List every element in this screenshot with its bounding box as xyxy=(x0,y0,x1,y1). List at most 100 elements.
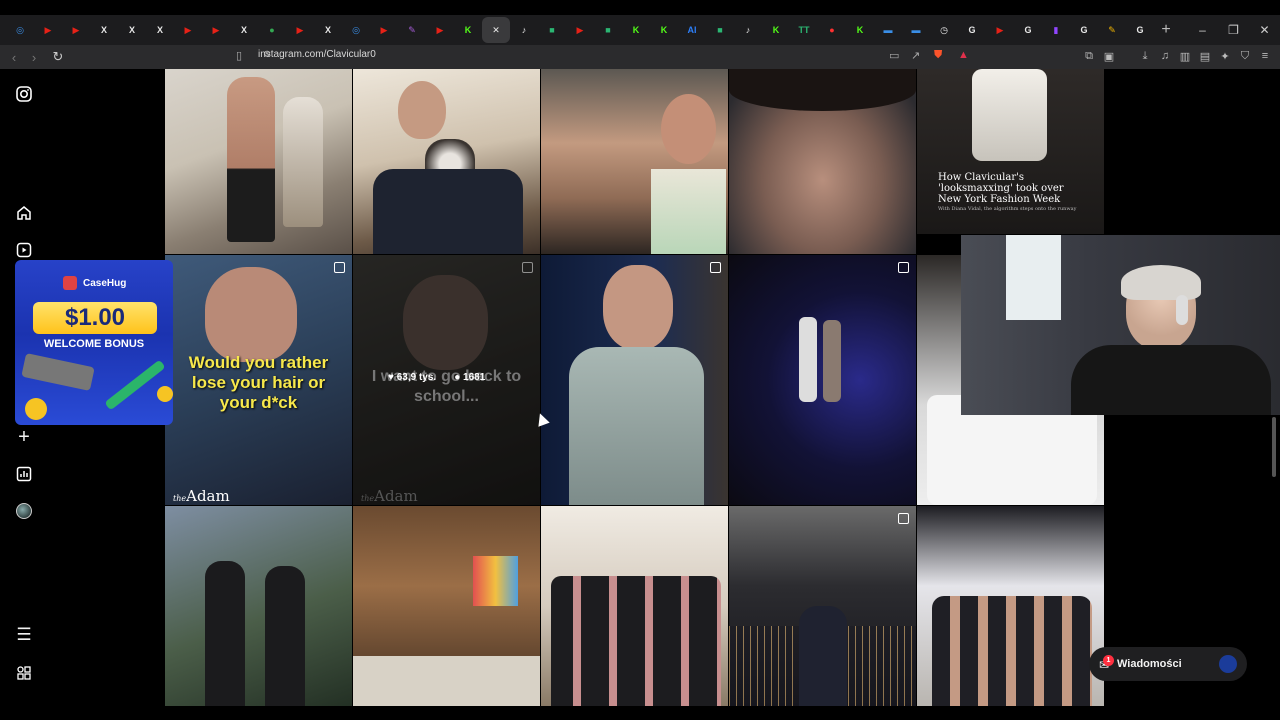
browser-tab[interactable]: K xyxy=(846,17,874,43)
browser-tab[interactable]: X xyxy=(118,17,146,43)
browser-tab[interactable]: ▶ xyxy=(370,17,398,43)
browser-tab[interactable]: G xyxy=(1070,17,1098,43)
post-tile[interactable] xyxy=(729,506,916,706)
browser-tab[interactable]: ♪ xyxy=(510,17,538,43)
browser-tab[interactable]: ♪ xyxy=(734,17,762,43)
instagram-logo-icon[interactable] xyxy=(14,84,34,104)
browser-tab[interactable]: ■ xyxy=(706,17,734,43)
post-tile[interactable]: How Clavicular's 'looksmaxxing' took ove… xyxy=(917,69,1104,234)
bookmark-icon[interactable]: ▯ xyxy=(236,49,242,62)
post-tile[interactable] xyxy=(917,506,1104,706)
browser-tab[interactable]: X xyxy=(314,17,342,43)
profile-avatar[interactable] xyxy=(14,501,34,521)
vpn-icon[interactable]: ⛉ xyxy=(1238,48,1252,64)
messages-button[interactable]: ✉ 1 Wiadomości xyxy=(1089,647,1247,681)
browser-tab[interactable]: G xyxy=(958,17,986,43)
browser-tab[interactable]: X xyxy=(230,17,258,43)
reels-icon[interactable] xyxy=(14,240,34,260)
browser-tab[interactable]: ▶ xyxy=(62,17,90,43)
leo-icon[interactable]: ✦ xyxy=(1218,48,1232,64)
meta-apps-icon[interactable] xyxy=(14,663,34,683)
brave-shield-icon[interactable]: ⛊ xyxy=(934,49,942,62)
edge-icon: ◎ xyxy=(352,24,360,35)
music-icon[interactable]: ♫ xyxy=(1158,48,1172,64)
kick-icon: K xyxy=(464,25,472,35)
browser-tab[interactable]: ✎ xyxy=(1098,17,1126,43)
home-icon[interactable] xyxy=(14,203,34,223)
page-scrollbar[interactable] xyxy=(1270,69,1278,709)
post-tile[interactable] xyxy=(729,255,916,505)
browser-tab[interactable]: AI xyxy=(678,17,706,43)
browser-tab[interactable]: ▶ xyxy=(426,17,454,43)
browser-tab[interactable]: K xyxy=(762,17,790,43)
address-bar[interactable]: instagram.com/Clavicular0 xyxy=(258,49,376,60)
share-icon[interactable]: ↗ xyxy=(911,49,920,62)
browser-tab[interactable]: G xyxy=(1014,17,1042,43)
post-tile[interactable]: Would you rather lose your hair or your … xyxy=(165,255,352,505)
casehug-logo-icon xyxy=(63,276,77,290)
browser-tab[interactable]: K xyxy=(650,17,678,43)
scrollbar-thumb[interactable] xyxy=(1272,417,1276,477)
screen-bottom-strip xyxy=(0,709,1280,720)
post-tile[interactable] xyxy=(541,506,728,706)
browser-tab[interactable]: G xyxy=(1126,17,1154,43)
browser-tab[interactable]: ▶ xyxy=(286,17,314,43)
tiktok-icon: ♪ xyxy=(521,25,527,35)
forward-icon[interactable]: › xyxy=(24,50,44,65)
browser-tab[interactable]: ◎ xyxy=(6,17,34,43)
reload-icon[interactable]: ↻ xyxy=(48,49,68,65)
browser-tab[interactable]: ■ xyxy=(538,17,566,43)
photo-shirt xyxy=(651,169,726,254)
post-tile[interactable] xyxy=(353,69,540,254)
carousel-badge-icon xyxy=(898,513,909,524)
restore-icon[interactable]: ❐ xyxy=(1218,15,1249,45)
post-tile[interactable] xyxy=(729,69,916,254)
sidebar-toggle-icon[interactable]: ▥ xyxy=(1178,48,1192,64)
screen-icon[interactable]: ▭ xyxy=(889,49,899,62)
post-tile[interactable] xyxy=(165,506,352,706)
browser-tab[interactable]: X xyxy=(146,17,174,43)
download-icon[interactable]: ⤓ xyxy=(1138,48,1152,64)
browser-tab[interactable]: ■ xyxy=(594,17,622,43)
messages-label: Wiadomości xyxy=(1117,658,1182,670)
browser-tab[interactable]: ▮ xyxy=(1042,17,1070,43)
brave-rewards-icon[interactable]: ▲ xyxy=(958,49,969,61)
extensions-icon[interactable]: ⧉ xyxy=(1082,48,1096,64)
browser-tab[interactable]: ◎ xyxy=(342,17,370,43)
browser-tab[interactable]: ▶ xyxy=(202,17,230,43)
close-window-icon[interactable]: ✕ xyxy=(1249,15,1280,45)
browser-tab[interactable]: ▶ xyxy=(174,17,202,43)
dashboard-icon[interactable] xyxy=(14,464,34,484)
browser-tab[interactable]: ● xyxy=(258,17,286,43)
post-tile[interactable] xyxy=(541,255,728,505)
post-tile[interactable] xyxy=(541,69,728,254)
browser-tab[interactable]: ▶ xyxy=(34,17,62,43)
browser-tab[interactable]: ✕ xyxy=(482,17,510,43)
browser-tab[interactable]: ▬ xyxy=(874,17,902,43)
browser-tab[interactable]: ◷ xyxy=(930,17,958,43)
youtube-icon: ▶ xyxy=(576,24,584,35)
menu-icon[interactable]: ≡ xyxy=(1258,48,1272,64)
browser-tab[interactable]: K xyxy=(454,17,482,43)
tab-search-icon[interactable]: ▣ xyxy=(1102,48,1116,64)
back-icon[interactable]: ‹ xyxy=(4,50,24,65)
browser-tab[interactable]: ● xyxy=(818,17,846,43)
new-tab-button[interactable]: + xyxy=(1154,21,1178,39)
create-icon[interactable]: + xyxy=(14,426,34,448)
post-tile-hover[interactable]: I want to go back to school... ♥ 63,9 ty… xyxy=(353,255,540,505)
browser-tab[interactable]: ✎ xyxy=(398,17,426,43)
post-tile[interactable] xyxy=(353,506,540,706)
chat-icon: ■ xyxy=(605,25,611,35)
browser-tab[interactable]: ▶ xyxy=(986,17,1014,43)
browser-tab[interactable]: ▬ xyxy=(902,17,930,43)
browser-tab[interactable]: ▶ xyxy=(566,17,594,43)
browser-tab[interactable]: X xyxy=(90,17,118,43)
browser-tab[interactable]: K xyxy=(622,17,650,43)
post-tile[interactable] xyxy=(165,69,352,254)
minimize-icon[interactable]: – xyxy=(1187,15,1218,45)
more-menu-icon[interactable]: ☰ xyxy=(14,625,34,645)
browser-tab[interactable]: TT xyxy=(790,17,818,43)
wallet-icon[interactable]: ▤ xyxy=(1198,48,1212,64)
kick-icon: K xyxy=(660,25,668,35)
casehug-ad[interactable]: CaseHug $1.00 WELCOME BONUS xyxy=(15,260,173,425)
